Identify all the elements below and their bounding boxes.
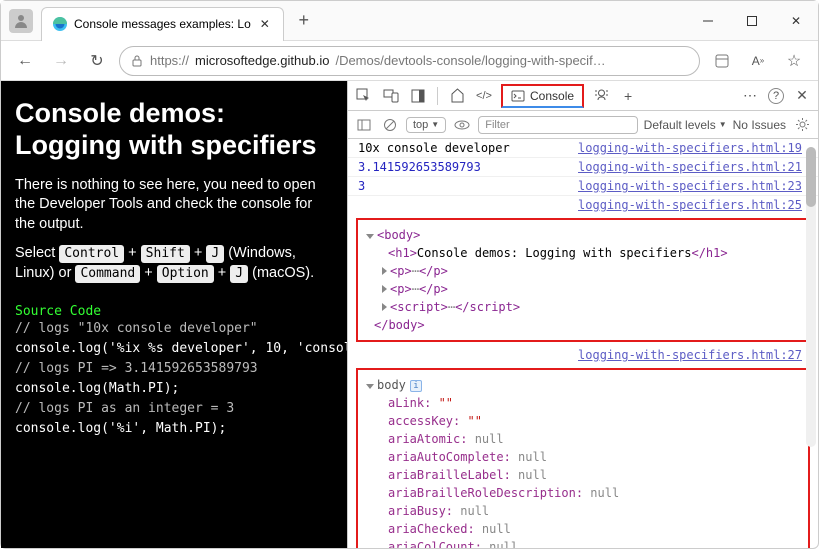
filter-input[interactable]: Filter (478, 116, 637, 134)
help-button[interactable]: ? (768, 88, 784, 104)
browser-tab[interactable]: Console messages examples: Lo ✕ (41, 7, 284, 41)
log-row: logging-with-specifiers.html:27 (348, 346, 818, 364)
property-row: accessKey: "" (388, 412, 800, 430)
src-line: console.log('%i', Math.PI); (15, 419, 333, 439)
edge-icon (52, 16, 68, 32)
property-row: ariaBrailleLabel: null (388, 466, 800, 484)
kbd-ctrl: Control (59, 245, 124, 263)
scrollbar-thumb[interactable] (806, 147, 816, 207)
log-message: 3 (358, 179, 365, 193)
log-source-link[interactable]: logging-with-specifiers.html:23 (578, 179, 802, 193)
log-source-link[interactable]: logging-with-specifiers.html:21 (578, 160, 802, 174)
kbd-j2: J (230, 265, 248, 283)
property-row: ariaChecked: null (388, 520, 800, 538)
read-aloud-icon[interactable]: A» (744, 47, 772, 75)
favorite-button[interactable]: ☆ (780, 47, 808, 75)
context-selector[interactable]: top ▼ (406, 117, 446, 133)
forward-button: → (47, 47, 75, 75)
page-intro: There is nothing to see here, you need t… (15, 176, 333, 235)
address-bar[interactable]: https:// microsoftedge.github.io/Demos/de… (119, 46, 700, 76)
console-tab-label: Console (530, 89, 574, 103)
page-heading: Console demos: Logging with specifiers (15, 97, 333, 162)
property-row: ariaColCount: null (388, 538, 800, 548)
close-window-button[interactable]: ✕ (774, 5, 818, 37)
src-line: // logs "10x console developer" (15, 319, 333, 339)
device-icon[interactable] (381, 86, 401, 106)
minimize-button[interactable] (686, 5, 730, 37)
tab-title: Console messages examples: Lo (74, 17, 251, 31)
kbd-shift: Shift (141, 245, 190, 263)
elements-icon[interactable]: </> (474, 86, 494, 106)
console-icon (511, 89, 525, 103)
property-row: ariaAutoComplete: null (388, 448, 800, 466)
dom-tree-block[interactable]: <body> <h1>Console demos: Logging with s… (356, 218, 810, 342)
property-row: ariaBrailleRoleDescription: null (388, 484, 800, 502)
more-tabs-button[interactable]: + (618, 86, 638, 106)
info-icon[interactable]: i (410, 380, 422, 392)
src-line: console.log('%ix %s developer', 10, 'con… (15, 339, 333, 359)
property-row: ariaBusy: null (388, 502, 800, 520)
page-shortcuts: Select Control + Shift + J (Windows, Lin… (15, 244, 333, 283)
log-row: logging-with-specifiers.html:25 (348, 196, 818, 214)
profile-avatar[interactable] (9, 9, 33, 33)
kbd-opt: Option (157, 265, 214, 283)
person-icon (13, 13, 29, 29)
url-scheme: https:// (150, 53, 189, 68)
inspect-icon[interactable] (354, 86, 374, 106)
dock-icon[interactable] (408, 86, 428, 106)
src-line: // logs PI => 3.141592653589793 (15, 359, 333, 379)
tab-console[interactable]: Console (501, 84, 584, 108)
live-expression-button[interactable] (452, 115, 472, 135)
url-host: microsoftedge.github.io (195, 53, 329, 68)
property-row: aLink: "" (388, 394, 800, 412)
sources-icon[interactable] (591, 86, 611, 106)
devtools-panel: </> Console + ⋯ ? ✕ top ▼ Filter Default… (347, 81, 818, 548)
refresh-button[interactable]: ↻ (83, 47, 111, 75)
more-options-button[interactable]: ⋯ (740, 86, 760, 106)
log-source-link[interactable]: logging-with-specifiers.html:19 (578, 141, 802, 155)
back-button[interactable]: ← (11, 47, 39, 75)
new-tab-button[interactable]: + (290, 7, 318, 35)
log-row: 3 logging-with-specifiers.html:23 (348, 177, 818, 196)
maximize-button[interactable] (730, 5, 774, 37)
log-row: 10x console developer logging-with-speci… (348, 139, 818, 158)
clear-console-button[interactable] (380, 115, 400, 135)
sidebar-toggle-icon[interactable] (354, 115, 374, 135)
object-properties-block[interactable]: bodyi aLink: ""accessKey: ""ariaAtomic: … (356, 368, 810, 548)
tab-close-button[interactable]: ✕ (257, 16, 273, 32)
log-source-link[interactable]: logging-with-specifiers.html:25 (578, 198, 802, 212)
console-settings-button[interactable] (792, 115, 812, 135)
lock-icon (130, 54, 144, 68)
console-output: 10x console developer logging-with-speci… (348, 139, 818, 548)
divider (437, 87, 438, 105)
log-message: 3.141592653589793 (358, 160, 481, 174)
welcome-icon[interactable] (447, 86, 467, 106)
kbd-cmd: Command (75, 265, 140, 283)
issues-indicator[interactable]: No Issues (733, 118, 786, 132)
close-devtools-button[interactable]: ✕ (792, 86, 812, 106)
page-content: Console demos: Logging with specifiers T… (1, 81, 347, 548)
source-code-title: Source Code (15, 304, 333, 319)
log-source-link[interactable]: logging-with-specifiers.html:27 (578, 348, 802, 362)
property-row: ariaAtomic: null (388, 430, 800, 448)
kbd-j: J (206, 245, 224, 263)
log-levels-selector[interactable]: Default levels▼ (644, 118, 727, 132)
url-path: /Demos/devtools-console/logging-with-spe… (335, 53, 605, 68)
app-mode-icon[interactable] (708, 47, 736, 75)
src-line: console.log(Math.PI); (15, 379, 333, 399)
log-message: 10x console developer (358, 141, 510, 155)
log-row: 3.141592653589793 logging-with-specifier… (348, 158, 818, 177)
src-line: // logs PI as an integer = 3 (15, 399, 333, 419)
